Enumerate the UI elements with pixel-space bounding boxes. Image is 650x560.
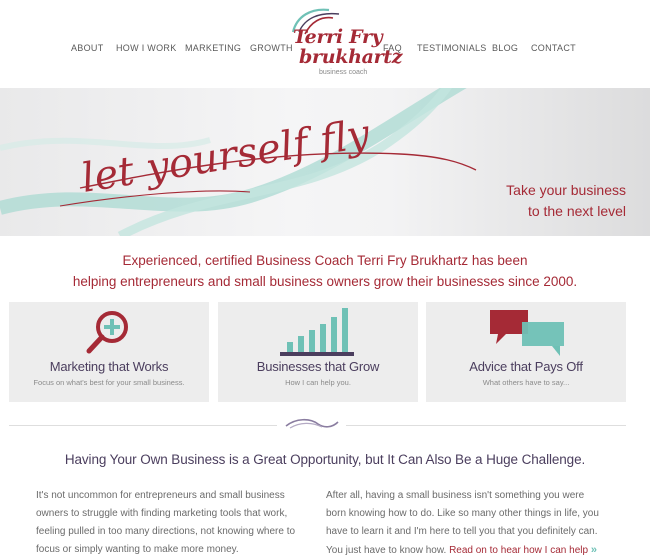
card-marketing[interactable]: Marketing that Works Focus on what's bes…: [9, 302, 209, 402]
body-text-line-last: You just have to know how. Read on to he…: [326, 541, 599, 560]
intro-text-line2: helping entrepreneurs and small business…: [72, 274, 578, 289]
body-text-line: owners to struggle with finding marketin…: [36, 508, 288, 519]
section-headline: Having Your Own Business is a Great Oppo…: [64, 452, 586, 467]
speech-bubbles-icon: [490, 310, 564, 356]
body-text-fragment: You just have to know how.: [326, 545, 447, 556]
magnifier-plus-icon: [86, 311, 128, 354]
card-subtitle: How I can help you.: [285, 378, 351, 387]
card-title: Advice that Pays Off: [469, 359, 583, 374]
double-chevron-right-icon[interactable]: »: [591, 544, 597, 556]
nav-faq[interactable]: FAQ: [383, 43, 402, 53]
growth-bars-icon: [280, 308, 354, 356]
nav-marketing[interactable]: MARKETING: [185, 43, 241, 53]
body-text-line: focus or simply wanting to make more mon…: [36, 544, 239, 555]
intro-text-line1: Experienced, certified Business Coach Te…: [122, 253, 528, 268]
card-subtitle: What others have to say...: [482, 378, 570, 387]
nav-blog[interactable]: BLOG: [492, 43, 518, 53]
card-title: Businesses that Grow: [256, 359, 380, 374]
card-testimonials[interactable]: Advice that Pays Off What others have to…: [426, 302, 626, 402]
divider-line-right: [346, 425, 626, 426]
body-text-line: have to learn it and I'm here to tell yo…: [326, 526, 598, 537]
nav-contact[interactable]: CONTACT: [531, 43, 576, 53]
site-header: ABOUT HOW I WORK MARKETING GROWTH Terri …: [0, 0, 650, 88]
nav-testimonials[interactable]: TESTIMONIALS: [417, 43, 487, 53]
hero-tagline-line2: to the next level: [527, 203, 626, 219]
hero-script-text: let yourself fly: [78, 111, 374, 202]
logo-subtitle: business coach: [319, 69, 368, 76]
hero-tagline-line1: Take your business: [506, 182, 626, 198]
nav-how-i-work[interactable]: HOW I WORK: [116, 43, 177, 53]
flourish-icon: [285, 418, 339, 429]
body-text-line: born knowing how to do. Like so many oth…: [326, 508, 599, 519]
body-left-column: It's not uncommon for entrepreneurs and …: [36, 487, 295, 559]
nav-about[interactable]: ABOUT: [71, 43, 104, 53]
site-logo[interactable]: Terri Fry brukhartz business coach: [283, 6, 403, 80]
hero-banner: let yourself fly Take your business to t…: [0, 88, 650, 236]
logo-name-line1: Terri Fry: [293, 26, 383, 48]
card-subtitle: Focus on what's best for your small busi…: [33, 378, 185, 387]
card-growth[interactable]: Businesses that Grow How I can help you.: [218, 302, 418, 402]
body-text-line: feeling pulled in too many directions, n…: [36, 526, 296, 537]
body-text-line: After all, having a small business isn't…: [326, 490, 585, 501]
body-right-column: After all, having a small business isn't…: [326, 487, 599, 560]
body-text-line: It's not uncommon for entrepreneurs and …: [36, 490, 285, 501]
divider-line-left: [9, 425, 277, 426]
read-on-link[interactable]: Read on to hear how I can help: [449, 545, 588, 556]
card-title: Marketing that Works: [49, 359, 169, 374]
